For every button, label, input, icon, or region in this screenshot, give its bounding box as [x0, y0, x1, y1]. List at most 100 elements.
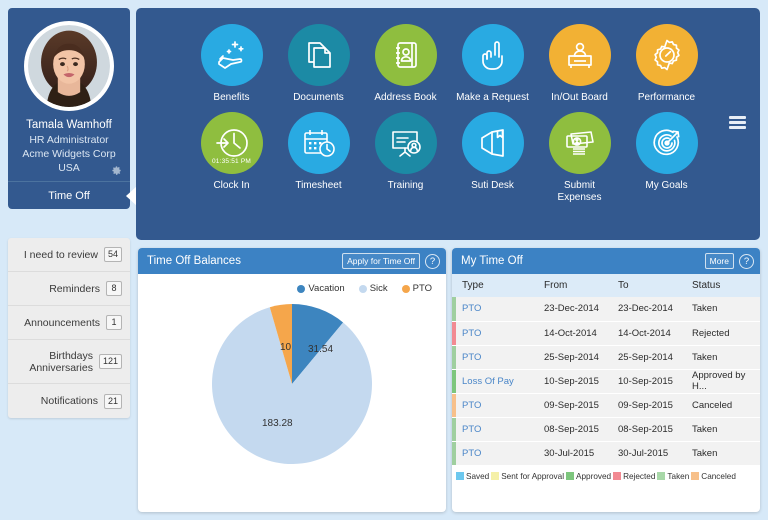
dashboard-page: Tamala Wamhoff HR Administrator Acme Wid… — [0, 0, 768, 520]
panel-header: Time Off Balances Apply for Time Off ? — [138, 248, 446, 274]
legend-label: Taken — [667, 471, 690, 481]
gear-icon[interactable] — [111, 165, 122, 176]
pointing-hand-icon — [461, 24, 524, 86]
help-icon[interactable]: ? — [739, 253, 754, 269]
whiteboard-icon — [374, 112, 437, 174]
app-tile-training[interactable]: Training — [362, 104, 449, 204]
cell-type[interactable]: PTO — [452, 297, 544, 322]
sidebar-item-i-need-to-review[interactable]: I need to review 54 — [8, 238, 130, 272]
column-header-from[interactable]: From — [544, 274, 618, 297]
app-tile-label: In/Out Board — [551, 92, 608, 103]
cell-from: 10-Sep-2015 — [544, 369, 618, 394]
table-row[interactable]: PTO 25-Sep-2014 25-Sep-2014 Taken — [452, 345, 760, 370]
sidebar-item-badge: 21 — [103, 393, 122, 409]
cell-type[interactable]: PTO — [452, 321, 544, 346]
cell-from: 09-Sep-2015 — [544, 393, 618, 418]
cell-type[interactable]: PTO — [452, 345, 544, 370]
sidebar-item-label-line1: Birthdays — [49, 349, 93, 362]
legend-item-taken: Taken — [657, 472, 689, 481]
cell-to: 09-Sep-2015 — [618, 393, 692, 418]
sidebar-item-label: Birthdays Anniversaries — [29, 350, 93, 374]
column-header-type[interactable]: Type — [452, 274, 544, 297]
cell-type[interactable]: Loss Of Pay — [452, 369, 544, 394]
sidebar-item-badge: 121 — [98, 354, 122, 369]
hamburger-icon[interactable] — [729, 116, 746, 129]
profile-role: HR Administrator — [29, 134, 109, 146]
app-tile-clock-in[interactable]: 01:35:51 PM Clock In — [188, 104, 275, 204]
legend-item-pto[interactable]: PTO — [401, 283, 432, 294]
cell-status: Rejected — [692, 321, 760, 346]
table-row[interactable]: Loss Of Pay 10-Sep-2015 10-Sep-2015 Appr… — [452, 369, 760, 394]
target-arrow-icon — [635, 112, 698, 174]
legend-swatch — [657, 472, 666, 480]
sidebar-item-announcements[interactable]: Announcements 1 — [8, 306, 130, 340]
legend-label: Rejected — [623, 471, 656, 481]
app-tile-label: Submit Expenses — [536, 180, 623, 204]
sidebar-item-reminders[interactable]: Reminders 8 — [8, 272, 130, 306]
pie-legend: Vacation Sick PTO — [138, 274, 446, 294]
status-legend: Saved Sent for Approval Approved Rejecte… — [452, 466, 760, 481]
app-tile-documents[interactable]: Documents — [275, 22, 362, 104]
sidebar-item-badge: 8 — [106, 281, 122, 296]
app-tile-suti-desk[interactable]: Suti Desk — [449, 104, 536, 204]
legend-label: Sick — [369, 283, 388, 294]
legend-swatch — [566, 472, 575, 480]
table-row[interactable]: PTO 23-Dec-2014 23-Dec-2014 Taken — [452, 297, 760, 322]
app-tile-my-goals[interactable]: My Goals — [623, 104, 710, 204]
table-row[interactable]: PTO 30-Jul-2015 30-Jul-2015 Taken — [452, 441, 760, 466]
pie-svg — [212, 304, 373, 465]
apply-for-time-off-button[interactable]: Apply for Time Off — [342, 253, 420, 269]
legend-label: Approved — [576, 471, 612, 481]
app-tile-performance[interactable]: Performance — [623, 22, 710, 104]
cell-type[interactable]: PTO — [452, 417, 544, 442]
sidebar-item-notifications[interactable]: Notifications 21 — [8, 384, 130, 418]
app-tile-submit-expenses[interactable]: Submit Expenses — [536, 104, 623, 204]
time-off-table: Type From To Status PTO 23-Dec-2014 23-D… — [452, 274, 760, 466]
app-tile-address-book[interactable]: Address Book — [362, 22, 449, 104]
legend-label: Saved — [466, 471, 490, 481]
pie-graphic: 31.54 183.28 10 — [208, 300, 376, 468]
more-button[interactable]: More — [704, 253, 734, 269]
app-tile-label: My Goals — [645, 180, 688, 191]
app-tile-in-out-board[interactable]: In/Out Board — [536, 22, 623, 104]
app-tile-label: Clock In — [213, 180, 250, 191]
app-tile-make-a-request[interactable]: Make a Request — [449, 22, 536, 104]
time-off-tab-label: Time Off — [48, 189, 90, 202]
sidebar-item-birthdays-anniversaries[interactable]: Birthdays Anniversaries 121 — [8, 340, 130, 384]
legend-label: PTO — [412, 283, 432, 294]
cell-to: 10-Sep-2015 — [618, 369, 692, 394]
cell-from: 14-Oct-2014 — [544, 321, 618, 346]
desk-person-icon — [548, 24, 611, 86]
avatar-image — [28, 25, 110, 107]
sidebar-menu: I need to review 54 Reminders 8 Announce… — [8, 238, 130, 418]
app-tile-label: Suti Desk — [471, 180, 514, 191]
app-tile-grid: Benefits Documents Address Book Make a R… — [188, 22, 710, 204]
cell-status: Taken — [692, 345, 760, 370]
legend-swatch — [691, 472, 700, 480]
legend-label: Vacation — [308, 283, 345, 294]
cell-status: Taken — [692, 417, 760, 442]
app-tile-benefits[interactable]: Benefits — [188, 22, 275, 104]
avatar[interactable] — [25, 22, 113, 110]
app-tile-label: Training — [387, 180, 424, 191]
pie-label-sick: 183.28 — [262, 418, 293, 429]
table-row[interactable]: PTO 09-Sep-2015 09-Sep-2015 Canceled — [452, 393, 760, 418]
legend-item-sick[interactable]: Sick — [358, 283, 388, 294]
column-header-status[interactable]: Status — [692, 274, 760, 297]
sidebar-item-badge: 1 — [106, 315, 122, 330]
help-icon[interactable]: ? — [425, 253, 440, 269]
cell-type[interactable]: PTO — [452, 393, 544, 418]
legend-swatch — [401, 284, 410, 293]
address-book-icon — [374, 24, 437, 86]
sidebar-item-label: Reminders — [49, 282, 100, 295]
table-row[interactable]: PTO 14-Oct-2014 14-Oct-2014 Rejected — [452, 321, 760, 346]
sidebar-item-label: Notifications — [40, 395, 98, 407]
sidebar-item-time-off[interactable]: Time Off — [8, 181, 137, 209]
legend-item-vacation[interactable]: Vacation — [297, 283, 345, 294]
cell-type[interactable]: PTO — [452, 441, 544, 466]
app-tile-timesheet[interactable]: Timesheet — [275, 104, 362, 204]
column-header-to[interactable]: To — [618, 274, 692, 297]
gauge-gear-icon — [635, 24, 698, 86]
table-row[interactable]: PTO 08-Sep-2015 08-Sep-2015 Taken — [452, 417, 760, 442]
app-tile-label-line2: Expenses — [557, 192, 602, 203]
